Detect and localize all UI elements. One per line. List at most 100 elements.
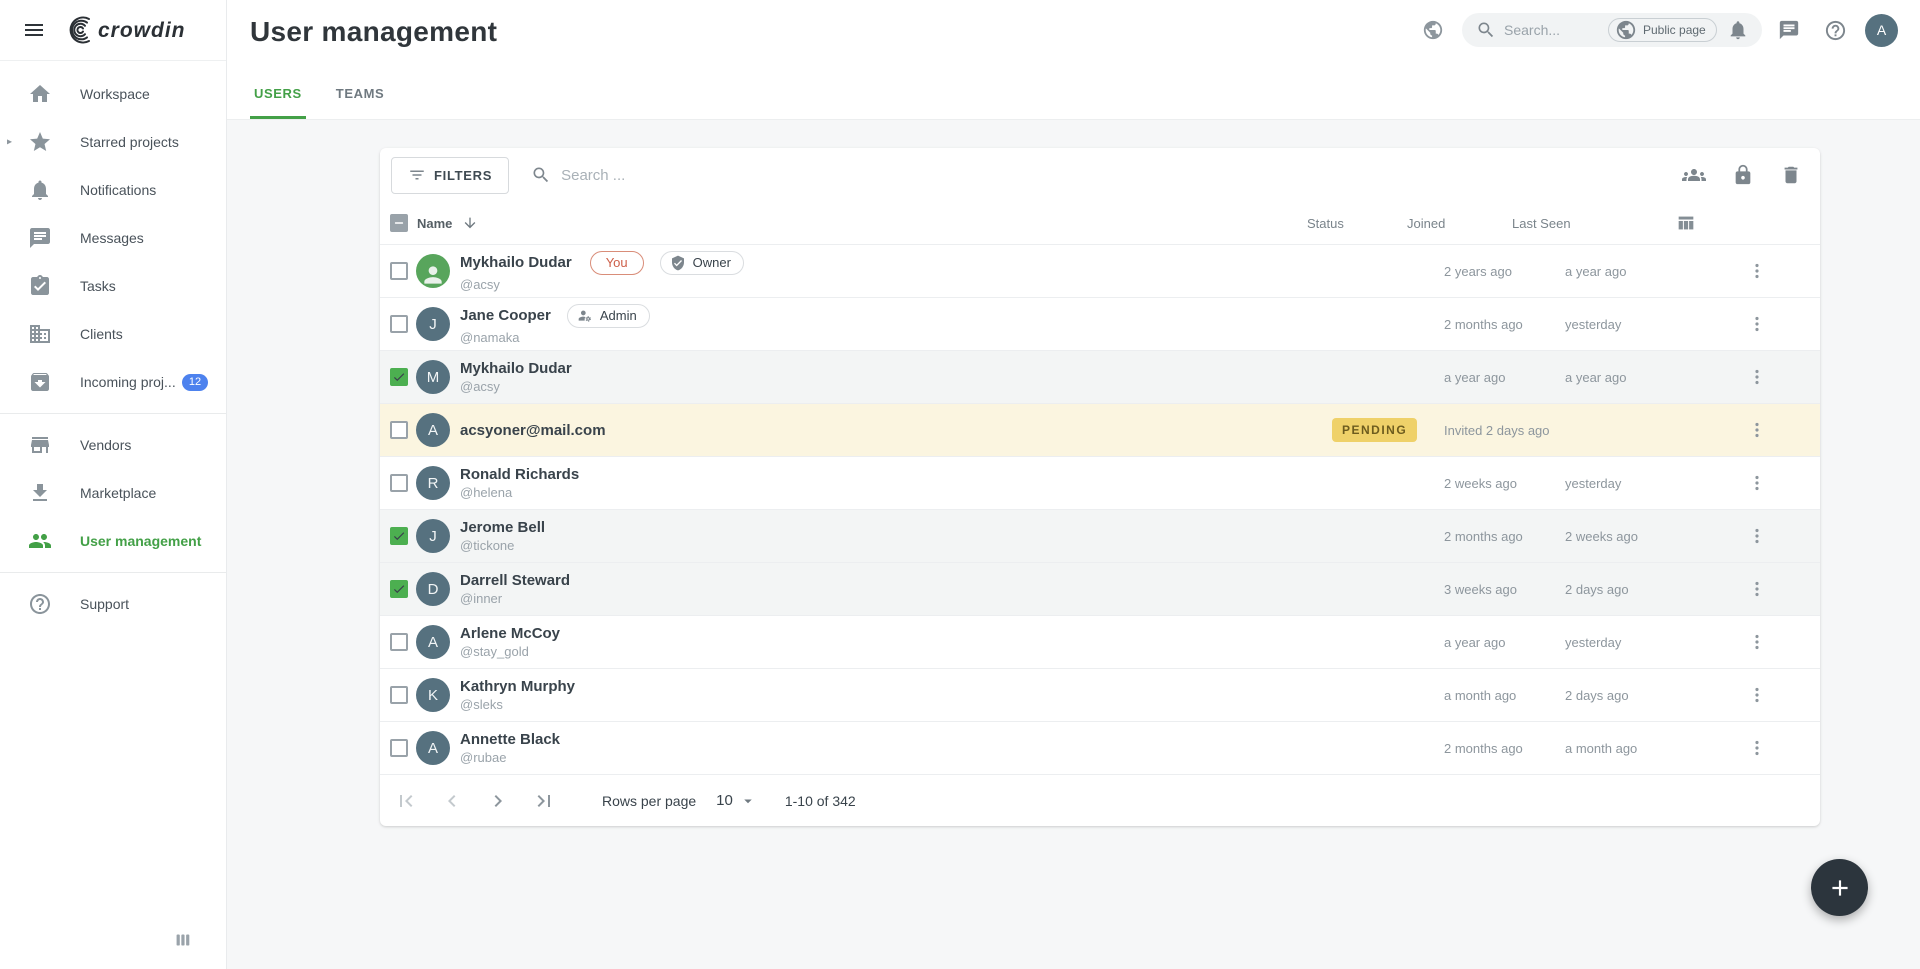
row-checkbox[interactable]: [390, 686, 408, 704]
row-checkbox[interactable]: [390, 633, 408, 651]
row-menu-icon[interactable]: [1743, 257, 1771, 285]
joined-cell: a year ago: [1444, 370, 1505, 385]
marketplace-icon: [28, 481, 52, 505]
joined-cell: 2 years ago: [1444, 264, 1512, 279]
user-name[interactable]: Arlene McCoy: [460, 625, 560, 642]
add-user-fab[interactable]: [1811, 859, 1868, 916]
row-menu-icon[interactable]: [1743, 522, 1771, 550]
row-menu-icon[interactable]: [1743, 681, 1771, 709]
row-menu-icon[interactable]: [1743, 416, 1771, 444]
sidebar-item-marketplace[interactable]: Marketplace: [0, 469, 226, 517]
sidebar-item-starred-projects[interactable]: ▸ Starred projects: [0, 118, 226, 166]
prev-page-icon[interactable]: [436, 785, 468, 817]
message-icon[interactable]: [1778, 19, 1800, 41]
sidebar-item-clients[interactable]: Clients: [0, 310, 226, 358]
last-page-icon[interactable]: [528, 785, 560, 817]
row-menu-icon[interactable]: [1743, 734, 1771, 762]
sidebar-item-label: Starred projects: [80, 134, 226, 150]
sidebar-item-tasks[interactable]: Tasks: [0, 262, 226, 310]
globe-icon[interactable]: [1422, 19, 1444, 41]
sidebar-item-label: Messages: [80, 230, 226, 246]
user-name[interactable]: Jerome Bell: [460, 519, 545, 536]
next-page-icon[interactable]: [482, 785, 514, 817]
user-handle: @namaka: [460, 330, 650, 345]
help-icon: [28, 592, 52, 616]
row-checkbox[interactable]: [390, 315, 408, 333]
column-name[interactable]: Name: [417, 216, 452, 231]
tab-bar: USERS TEAMS: [250, 86, 388, 119]
select-all-checkbox[interactable]: [390, 214, 408, 232]
user-name[interactable]: Kathryn Murphy: [460, 678, 575, 695]
sidebar-item-support[interactable]: Support: [0, 580, 226, 628]
user-name[interactable]: Mykhailo Dudar: [460, 360, 572, 377]
table-row: JJerome Bell@tickone2 months ago2 weeks …: [380, 510, 1820, 563]
last-seen-cell: yesterday: [1565, 476, 1621, 491]
user-cell: Kathryn Murphy@sleks: [460, 678, 575, 712]
row-checkbox[interactable]: [390, 527, 408, 545]
row-menu-icon[interactable]: [1743, 628, 1771, 656]
row-menu-icon[interactable]: [1743, 575, 1771, 603]
joined-cell: a month ago: [1444, 688, 1516, 703]
menu-icon[interactable]: [22, 18, 46, 42]
sidebar-item-label: Workspace: [80, 86, 226, 102]
table-search-input[interactable]: [561, 167, 961, 184]
rows-per-page-select[interactable]: 10: [716, 792, 757, 810]
filters-button[interactable]: FILTERS: [391, 157, 509, 194]
row-checkbox[interactable]: [390, 368, 408, 386]
row-menu-icon[interactable]: [1743, 310, 1771, 338]
sidebar-item-notifications[interactable]: Notifications: [0, 166, 226, 214]
trash-icon[interactable]: [1780, 164, 1802, 186]
row-checkbox[interactable]: [390, 421, 408, 439]
sidebar-item-messages[interactable]: Messages: [0, 214, 226, 262]
user-cell: Mykhailo Dudar@acsy: [460, 360, 572, 394]
tab-teams[interactable]: TEAMS: [332, 86, 389, 119]
avatar: J: [416, 307, 450, 341]
row-checkbox[interactable]: [390, 262, 408, 280]
row-checkbox[interactable]: [390, 580, 408, 598]
joined-cell: a year ago: [1444, 635, 1505, 650]
table-row: AAnnette Black@rubae2 months agoa month …: [380, 722, 1820, 775]
joined-cell: 2 months ago: [1444, 317, 1523, 332]
row-checkbox[interactable]: [390, 474, 408, 492]
caret-down-icon: [739, 792, 757, 810]
user-name[interactable]: Mykhailo Dudar: [460, 254, 572, 271]
joined-cell: 2 months ago: [1444, 529, 1523, 544]
row-checkbox[interactable]: [390, 739, 408, 757]
crowdin-logo[interactable]: crowdin: [58, 15, 210, 45]
sidebar-item-vendors[interactable]: Vendors: [0, 421, 226, 469]
avatar[interactable]: A: [1865, 14, 1898, 47]
group-icon[interactable]: [1682, 163, 1706, 187]
public-page-button[interactable]: Public page: [1608, 18, 1717, 42]
user-name[interactable]: acsyoner@mail.com: [460, 422, 606, 439]
row-menu-icon[interactable]: [1743, 469, 1771, 497]
avatar: M: [416, 360, 450, 394]
bell-icon: [28, 178, 52, 202]
user-name[interactable]: Annette Black: [460, 731, 560, 748]
apps-grid-icon[interactable]: [172, 929, 194, 951]
avatar: A: [416, 731, 450, 765]
global-search: Public page: [1462, 13, 1762, 47]
pagination-range: 1-10 of 342: [785, 793, 856, 809]
table-row: AArlene McCoy@stay_golda year agoyesterd…: [380, 616, 1820, 669]
global-search-input[interactable]: [1504, 22, 1608, 38]
tab-users[interactable]: USERS: [250, 86, 306, 119]
sort-desc-icon[interactable]: [462, 215, 478, 231]
joined-cell: 2 months ago: [1444, 741, 1523, 756]
chevron-right-icon[interactable]: ▸: [7, 137, 12, 148]
lock-icon[interactable]: [1732, 164, 1754, 186]
column-joined: Joined: [1407, 216, 1445, 231]
first-page-icon[interactable]: [390, 785, 422, 817]
bell-icon[interactable]: [1727, 19, 1749, 41]
user-name[interactable]: Jane Cooper: [460, 307, 551, 324]
sidebar-item-user-management[interactable]: User management: [0, 517, 226, 565]
user-handle: @helena: [460, 485, 579, 500]
sidebar-item-incoming-proj[interactable]: Incoming proj...12: [0, 358, 226, 406]
user-name[interactable]: Darrell Steward: [460, 572, 570, 589]
columns-icon[interactable]: [1675, 212, 1697, 234]
user-cell: Annette Black@rubae: [460, 731, 560, 765]
help-icon[interactable]: [1824, 19, 1847, 42]
sidebar-item-workspace[interactable]: Workspace: [0, 70, 226, 118]
joined-cell: 3 weeks ago: [1444, 582, 1517, 597]
row-menu-icon[interactable]: [1743, 363, 1771, 391]
user-name[interactable]: Ronald Richards: [460, 466, 579, 483]
